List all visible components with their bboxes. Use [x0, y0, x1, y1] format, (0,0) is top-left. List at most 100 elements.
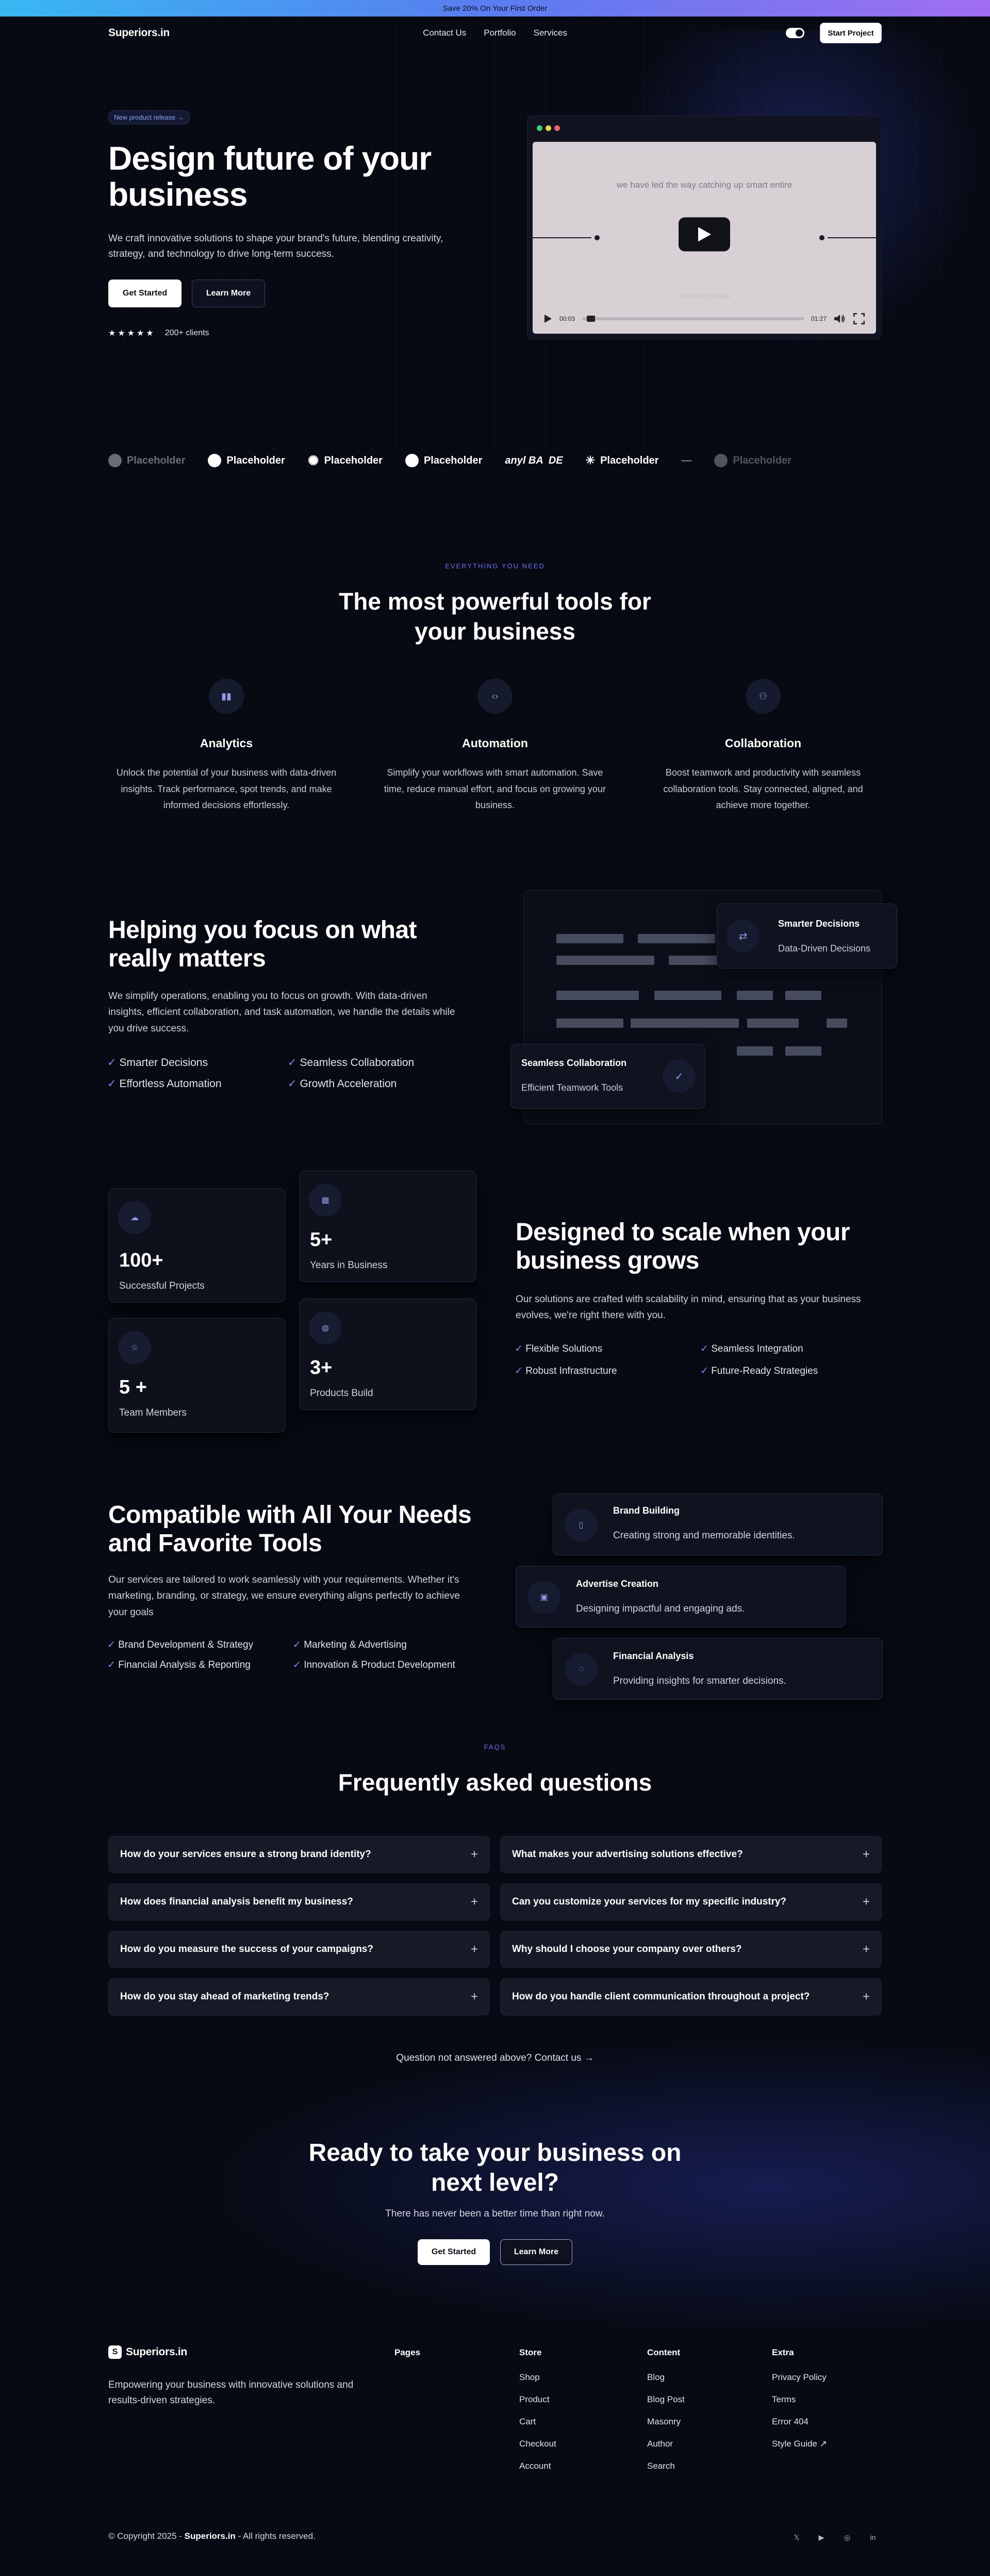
faq-contact-link[interactable]: Question not answered above? Contact us … [0, 2053, 990, 2064]
play-small-icon[interactable] [544, 314, 552, 323]
faq-item[interactable]: What makes your advertising solutions ef… [500, 1836, 882, 1873]
check-item: Flexible Solutions [515, 1343, 700, 1355]
footer-link[interactable]: Blog Post [647, 2394, 685, 2405]
client-logo-text: Placeholder [324, 454, 383, 466]
focus-description: We simplify operations, enabling you to … [108, 991, 455, 1034]
compat-checklist: Brand Development & Strategy Marketing &… [107, 1639, 489, 1671]
footer-link[interactable]: Checkout [519, 2439, 556, 2449]
check-item: Marketing & Advertising [293, 1639, 489, 1651]
footer-link[interactable]: Author [647, 2439, 685, 2449]
check-item: Financial Analysis & Reporting [107, 1659, 293, 1671]
footer-link[interactable]: Account [519, 2461, 556, 2471]
smarter-decisions-card: ⇄ Smarter Decisions Data-Driven Decision… [717, 904, 897, 969]
footer-logo-text: Superiors.in [126, 2346, 187, 2358]
faq-question: How do you stay ahead of marketing trend… [120, 1991, 329, 2002]
top-nav: Superiors.in Contact Us Portfolio Servic… [108, 17, 882, 50]
card-subtitle: Designing impactful and engaging ads. [576, 1603, 745, 1614]
instagram-icon[interactable]: ◎ [842, 2532, 853, 2543]
promo-text: Save 20% On Your First Order [442, 4, 548, 13]
footer-link[interactable]: Style Guide ↗ [772, 2439, 827, 2449]
card-title: Smarter Decisions [778, 918, 860, 929]
faq-item[interactable]: Why should I choose your company over ot… [500, 1931, 882, 1968]
client-logo: Placeholder [405, 454, 482, 467]
footer-col-pages: Pages [394, 2348, 420, 2372]
nav-link-portfolio[interactable]: Portfolio [484, 28, 516, 38]
video-screen[interactable]: we have led the way catching up smart en… [527, 142, 881, 334]
client-logo: anyl BA DE [505, 455, 563, 467]
client-logo-text: Placeholder [733, 454, 791, 466]
feature-title: Analytics [200, 736, 253, 750]
product-release-badge[interactable]: New product release → [108, 110, 190, 124]
footer-col-store: Store Shop Product Cart Checkout Account [519, 2348, 556, 2483]
cta-get-started-button[interactable]: Get Started [418, 2239, 490, 2265]
linkedin-icon[interactable]: in [867, 2532, 879, 2543]
client-logo-text: — [681, 454, 692, 466]
service-card-advertise: ▣ Advertise Creation Designing impactful… [516, 1566, 846, 1628]
youtube-icon[interactable]: ▶ [816, 2532, 827, 2543]
footer-link[interactable]: Error 404 [772, 2417, 827, 2427]
cta-subtitle: There has never been a better time than … [385, 2208, 605, 2219]
stat-value: 3+ [310, 1357, 333, 1379]
mock-bar [556, 934, 623, 943]
clients-count: 200+ clients [164, 329, 209, 337]
video-caption: we have led the way catching up smart en… [616, 180, 793, 190]
faq-item[interactable]: How do you handle client communication t… [500, 1978, 882, 2015]
footer-logo[interactable]: S Superiors.in [108, 2345, 187, 2359]
rating-stars-icon: ★★★★★ [108, 329, 156, 338]
footer-col-content: Content Blog Blog Post Masonry Author Se… [647, 2348, 685, 2483]
footer-link[interactable]: Product [519, 2394, 556, 2405]
footer-tagline: Empowering your business with innovative… [108, 2380, 354, 2406]
mock-bar [785, 991, 821, 1000]
start-project-button[interactable]: Start Project [820, 23, 882, 43]
stat-card-projects: ☁ 100+ Successful Projects [108, 1188, 286, 1303]
yellow-dot-icon [546, 125, 551, 131]
faq-item[interactable]: How do your services ensure a strong bra… [108, 1836, 490, 1873]
video-line-left [527, 237, 591, 238]
spinner-icon: ◌ [565, 1653, 598, 1686]
compat-title: Compatible with All Your Needs and Favor… [108, 1501, 472, 1557]
twitter-icon[interactable]: 𝕏 [791, 2532, 802, 2543]
stat-label: Years in Business [310, 1260, 388, 1271]
faq-item[interactable]: How do you stay ahead of marketing trend… [108, 1978, 490, 2015]
faq-item[interactable]: How does financial analysis benefit my b… [108, 1883, 490, 1921]
hero-buttons: Get Started Learn More [108, 280, 265, 307]
stat-card-products: ◍ 3+ Products Build [299, 1299, 476, 1410]
plus-icon: + [862, 1895, 870, 1909]
footer-link[interactable]: Blog [647, 2372, 685, 2383]
faq-item[interactable]: How do you measure the success of your c… [108, 1931, 490, 1968]
play-button[interactable] [679, 217, 730, 252]
mock-bar [785, 1046, 821, 1056]
phone-icon: ▯ [565, 1508, 598, 1541]
cta-learn-more-button[interactable]: Learn More [500, 2239, 572, 2265]
footer-link[interactable]: Privacy Policy [772, 2372, 827, 2383]
video-player: we have led the way catching up smart en… [527, 116, 882, 339]
theme-toggle[interactable] [786, 28, 804, 38]
footer-link[interactable]: Search [647, 2461, 685, 2471]
cloud-icon: ☁ [118, 1201, 151, 1234]
footer-link[interactable]: Shop [519, 2372, 556, 2383]
feature-collaboration: ⚇ Collaboration Boost teamwork and produ… [650, 679, 877, 814]
calendar-icon: ▦ [309, 1184, 342, 1217]
learn-more-button[interactable]: Learn More [192, 280, 265, 307]
check-circle-icon: ✓ [663, 1060, 696, 1093]
stat-card-team: ☆ 5 + Team Members [108, 1318, 286, 1433]
nav-link-services[interactable]: Services [534, 28, 567, 38]
copyright-brand[interactable]: Superiors.in [185, 2531, 236, 2541]
cta-glow [103, 2042, 990, 2362]
video-progress-handle[interactable] [586, 316, 595, 322]
footer-col-extra: Extra Privacy Policy Terms Error 404 Sty… [772, 2348, 827, 2461]
footer-link[interactable]: Masonry [647, 2417, 685, 2427]
footer-link[interactable]: Terms [772, 2394, 827, 2405]
promo-banner[interactable]: Save 20% On Your First Order [0, 0, 990, 17]
logo[interactable]: Superiors.in [108, 27, 170, 39]
volume-icon[interactable] [834, 314, 846, 324]
nav-link-contact[interactable]: Contact Us [423, 28, 466, 38]
video-progress-bar[interactable] [582, 316, 804, 322]
check-item: Innovation & Product Development [293, 1659, 489, 1671]
fullscreen-icon[interactable] [853, 313, 865, 324]
get-started-button[interactable]: Get Started [108, 280, 182, 307]
placeholder-logo-icon [405, 454, 419, 467]
card-title: Financial Analysis [613, 1651, 694, 1661]
footer-link[interactable]: Cart [519, 2417, 556, 2427]
faq-item[interactable]: Can you customize your services for my s… [500, 1883, 882, 1921]
